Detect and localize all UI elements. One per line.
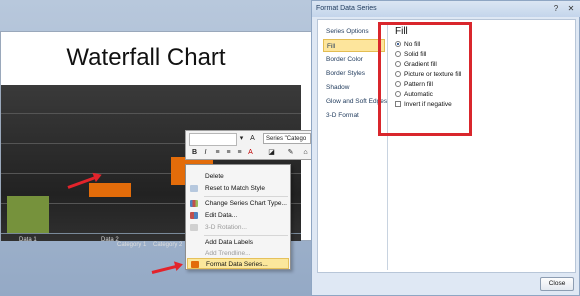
menu-item-label: Add Trendline... <box>205 250 251 257</box>
menu-item-change-series-chart-type[interactable]: Change Series Chart Type... <box>187 198 289 209</box>
format-series-icon <box>191 261 199 268</box>
chart-element-select[interactable]: Series "Catego <box>263 133 311 144</box>
nav-3d-format[interactable]: 3-D Format <box>323 109 385 122</box>
menu-item-reset-to-match-style[interactable]: Reset to Match Style <box>187 183 289 194</box>
nav-glow-soft-edges[interactable]: Glow and Soft Edges <box>323 95 387 108</box>
close-button[interactable]: Close <box>540 277 574 291</box>
nav-shadow[interactable]: Shadow <box>323 81 385 94</box>
reset-icon <box>190 185 198 192</box>
menu-item-format-data-series[interactable]: Format Data Series... <box>187 258 289 269</box>
font-color-button[interactable]: A <box>245 147 256 158</box>
align-center-icon[interactable]: ≡ <box>212 147 223 158</box>
axis-label-category-1: Category 1 <box>117 242 147 248</box>
italic-button[interactable]: I <box>200 147 211 158</box>
format-data-series-dialog: Format Data Series ? ✕ Series Options Fi… <box>311 0 580 296</box>
menu-item-3d-rotation[interactable]: 3-D Rotation... <box>187 222 289 233</box>
gridline <box>1 113 301 114</box>
help-icon[interactable]: ? <box>549 3 563 14</box>
nav-fill[interactable]: Fill <box>323 39 385 52</box>
bar-data-2[interactable] <box>89 183 131 197</box>
menu-item-label: 3-D Rotation... <box>205 224 247 231</box>
menu-item-label: Edit Data... <box>205 212 238 219</box>
mini-toolbar: ▾ A Series "Catego B I ≡ ≡ ≡ A ◪ ✎ ⌂ <box>185 130 313 160</box>
grow-font-icon[interactable]: A <box>247 133 258 144</box>
menu-item-label: Delete <box>205 173 224 180</box>
menu-separator <box>204 196 288 197</box>
menu-item-label: Change Series Chart Type... <box>205 200 287 207</box>
dialog-body: Series Options Fill Border Color Border … <box>317 19 576 273</box>
dropdown-icon[interactable]: ▾ <box>236 133 247 144</box>
menu-separator <box>204 235 288 236</box>
font-name-box[interactable] <box>189 133 237 146</box>
justify-icon[interactable]: ≡ <box>234 147 245 158</box>
nav-border-color[interactable]: Border Color <box>323 53 385 66</box>
axis-label-category-2: Category 2 <box>153 242 183 248</box>
format-painter-icon[interactable]: ⌂ <box>300 147 311 158</box>
menu-item-label: Format Data Series... <box>206 261 268 268</box>
slide-title[interactable]: Waterfall Chart <box>1 44 291 72</box>
dialog-title: Format Data Series <box>316 5 377 12</box>
highlight-box <box>378 22 472 136</box>
fill-bucket-icon[interactable]: ◪ <box>266 147 277 158</box>
menu-item-label: Add Data Labels <box>205 239 254 246</box>
dialog-title-bar[interactable]: Format Data Series ? ✕ <box>312 1 580 17</box>
axis-label-data-1: Data 1 <box>19 237 37 243</box>
edit-data-icon <box>190 212 198 219</box>
rotation-icon <box>190 224 198 231</box>
menu-item-add-data-labels[interactable]: Add Data Labels <box>187 237 289 248</box>
align-right-icon[interactable]: ≡ <box>223 147 234 158</box>
bar-data-1[interactable] <box>7 196 49 233</box>
close-icon[interactable]: ✕ <box>564 3 578 14</box>
nav-border-styles[interactable]: Border Styles <box>323 67 385 80</box>
outline-pen-icon[interactable]: ✎ <box>285 147 296 158</box>
menu-item-label: Reset to Match Style <box>205 185 265 192</box>
chart-type-icon <box>190 200 198 207</box>
bold-button[interactable]: B <box>189 147 200 158</box>
menu-item-edit-data[interactable]: Edit Data... <box>187 210 289 221</box>
menu-item-delete[interactable]: Delete <box>187 171 289 182</box>
nav-series-options[interactable]: Series Options <box>323 25 385 38</box>
context-menu: Delete Reset to Match Style Change Serie… <box>185 164 291 270</box>
